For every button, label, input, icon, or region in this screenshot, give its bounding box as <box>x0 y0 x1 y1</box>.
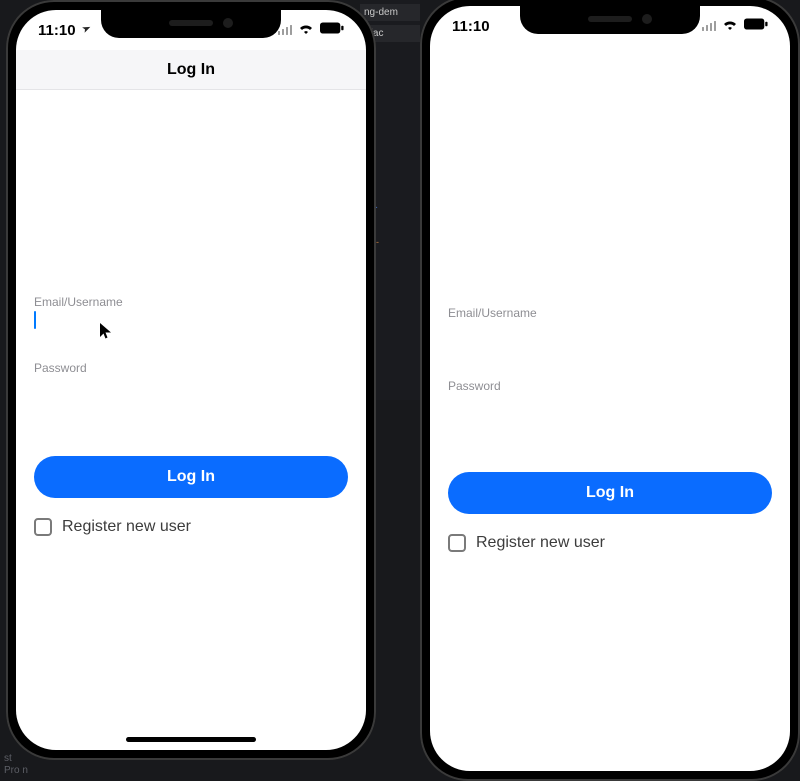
register-row[interactable]: Register new user <box>34 518 348 536</box>
register-row[interactable]: Register new user <box>448 534 772 552</box>
password-field[interactable] <box>448 395 772 428</box>
home-indicator[interactable] <box>126 737 256 742</box>
screen-right: 11:10 Email/Username Password Log In <box>430 6 790 771</box>
terminal-fragment: st Pro n <box>4 753 28 777</box>
wifi-icon <box>298 21 314 39</box>
status-time: 11:10 <box>452 18 490 35</box>
screen-left: 11:10 Log In Email/Username <box>16 10 366 750</box>
status-time: 11:10 <box>38 22 90 39</box>
battery-icon <box>320 21 344 39</box>
login-button[interactable]: Log In <box>34 456 348 498</box>
notch <box>101 10 281 38</box>
status-right <box>702 17 769 35</box>
cursor-icon <box>100 323 112 342</box>
password-label: Password <box>448 379 772 393</box>
register-label: Register new user <box>62 518 191 536</box>
email-label: Email/Username <box>34 295 348 309</box>
password-label: Password <box>34 361 348 375</box>
battery-icon <box>744 17 768 35</box>
wifi-icon <box>722 17 738 35</box>
email-label: Email/Username <box>448 306 772 320</box>
email-field[interactable] <box>34 311 348 337</box>
nav-title: Log In <box>167 61 215 79</box>
cellular-icon <box>702 21 717 31</box>
editor-tab-1: ng-dem <box>360 4 420 21</box>
status-right <box>278 21 345 39</box>
location-icon <box>78 22 92 38</box>
phone-left: 11:10 Log In Email/Username <box>6 0 376 760</box>
email-field[interactable] <box>448 322 772 355</box>
login-button[interactable]: Log In <box>448 472 772 514</box>
password-field[interactable] <box>34 377 348 410</box>
nav-bar: Log In <box>16 50 366 90</box>
login-form: Email/Username Password Log In Register … <box>430 46 790 771</box>
login-form: Email/Username Password Log In Register … <box>16 90 366 750</box>
notch <box>520 6 700 34</box>
register-checkbox[interactable] <box>34 518 52 536</box>
register-label: Register new user <box>476 534 605 552</box>
register-checkbox[interactable] <box>448 534 466 552</box>
phone-right: 11:10 Email/Username Password Log In <box>420 0 800 781</box>
